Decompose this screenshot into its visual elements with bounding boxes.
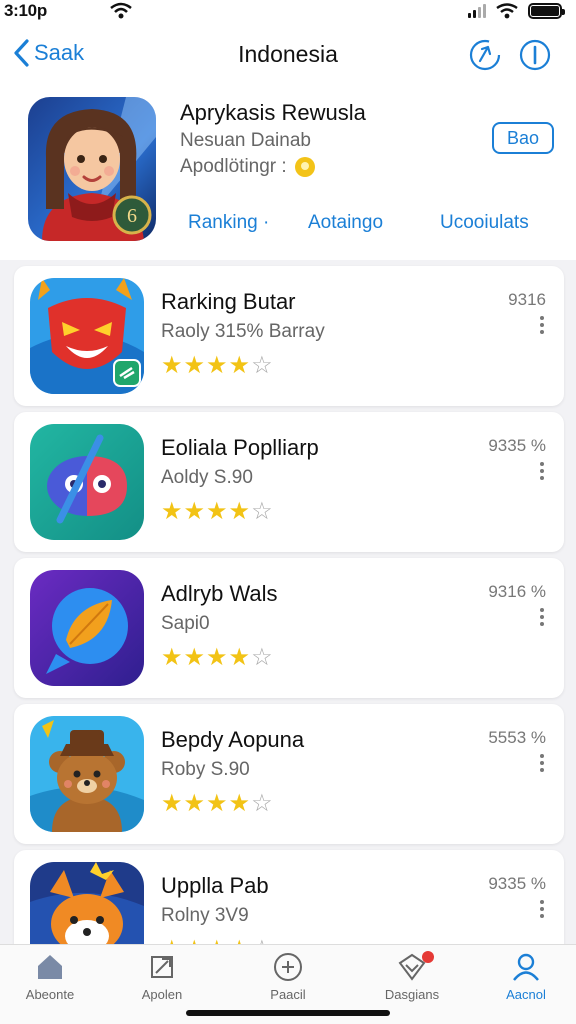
coin-icon (294, 157, 315, 177)
app-name: Rarking Butar (161, 289, 296, 314)
star-rating: ★★★★☆ (161, 790, 274, 817)
tab-updates[interactable]: Ucooiulats (440, 212, 529, 234)
more-options-icon[interactable] (540, 608, 546, 630)
home-icon (38, 955, 62, 979)
status-time: 3:10p (4, 1, 47, 20)
app-icon-red-mask (30, 278, 144, 394)
featured-app-meta: Apodlötingr : (180, 156, 315, 178)
signal-icon (468, 4, 486, 18)
more-options-icon[interactable] (540, 462, 546, 484)
tab-search[interactable]: Paacil (238, 951, 338, 1002)
tab-label: Paacil (270, 987, 306, 1002)
status-bar: 3:10p (0, 0, 576, 26)
app-icon-purple-chat (30, 570, 144, 686)
star-rating: ★★★★☆ (161, 498, 274, 525)
star-rating: ★★★★☆ (161, 352, 274, 379)
featured-header: 6 Aprykasis Rewusla Nesuan Dainab Apodlö… (0, 88, 576, 260)
tab-label: Dasgians (384, 987, 440, 1002)
app-subtitle: Aoldy S.90 (161, 467, 253, 488)
app-percentage: 9335 % (488, 436, 546, 455)
app-percentage: 9316 (508, 290, 546, 309)
app-subtitle: Sapi0 (161, 613, 210, 634)
tab-home[interactable]: Abeonte (0, 951, 100, 1002)
search-icon (274, 953, 302, 981)
app-icon-bear (30, 716, 144, 832)
tab-account[interactable]: Aacnol (476, 951, 576, 1002)
app-name: Bepdy Aopuna (161, 727, 305, 752)
list-item[interactable]: Adlryb Wals Sapi0 ★★★★☆ 9316 % (14, 558, 564, 698)
tab-apps[interactable]: Aotaingo (308, 212, 383, 234)
notification-badge (422, 951, 434, 963)
tab-label: Abeonte (25, 987, 75, 1002)
tab-label: Aacnol (506, 987, 546, 1002)
app-percentage: 9316 % (488, 582, 546, 601)
app-subtitle: Raoly 315% Barray (161, 321, 325, 342)
featured-app-title: Aprykasis Rewusla (180, 100, 366, 125)
featured-app-meta-label: Apodlötingr : (180, 156, 287, 177)
status-indicators (468, 3, 565, 19)
tab-apps[interactable]: Apolen (112, 951, 212, 1002)
tab-updates[interactable]: Dasgians (362, 951, 462, 1002)
list-item[interactable]: Rarking Butar Raoly 315% Barray ★★★★☆ 93… (14, 266, 564, 406)
app-name: Adlryb Wals (161, 581, 278, 606)
more-options-icon[interactable] (540, 754, 546, 776)
navigation-bar: Saak Indonesia (0, 26, 576, 88)
tab-label: Apolen (141, 987, 183, 1002)
app-name: Upplla Pab (161, 873, 269, 898)
app-percentage: 9335 % (488, 874, 546, 893)
info-icon[interactable] (518, 38, 552, 72)
list-item[interactable]: Eoliala Poplliarp Aoldy S.90 ★★★★☆ 9335 … (14, 412, 564, 552)
apps-icon (151, 956, 173, 978)
account-icon (513, 953, 539, 981)
star-rating: ★★★★☆ (161, 644, 274, 671)
wifi-icon (496, 3, 518, 19)
list-item[interactable]: Bepdy Aopuna Roby S.90 ★★★★☆ 5553 % (14, 704, 564, 844)
character-illustration: 6 (28, 97, 156, 241)
app-store-screen: 3:10p Saak Indonesia 6 Aprykasis Rewusla… (0, 0, 576, 1024)
tab-ranking[interactable]: Ranking · (188, 212, 269, 234)
wifi-icon-left (110, 2, 132, 19)
app-name: Eoliala Poplliarp (161, 435, 319, 460)
featured-app-developer: Nesuan Dainab (180, 130, 311, 151)
open-button[interactable]: Bao (492, 122, 554, 154)
app-subtitle: Roby S.90 (161, 759, 250, 780)
more-options-icon[interactable] (540, 316, 546, 338)
app-percentage: 5553 % (488, 728, 546, 747)
app-subtitle: Rolny 3V9 (161, 905, 249, 926)
app-icon-teal-eye (30, 424, 144, 540)
share-icon[interactable] (468, 38, 502, 72)
more-options-icon[interactable] (540, 900, 546, 922)
svg-text:6: 6 (127, 205, 137, 227)
featured-app-artwork[interactable]: 6 (28, 97, 156, 241)
home-indicator[interactable] (186, 1010, 390, 1016)
battery-icon (528, 3, 565, 19)
